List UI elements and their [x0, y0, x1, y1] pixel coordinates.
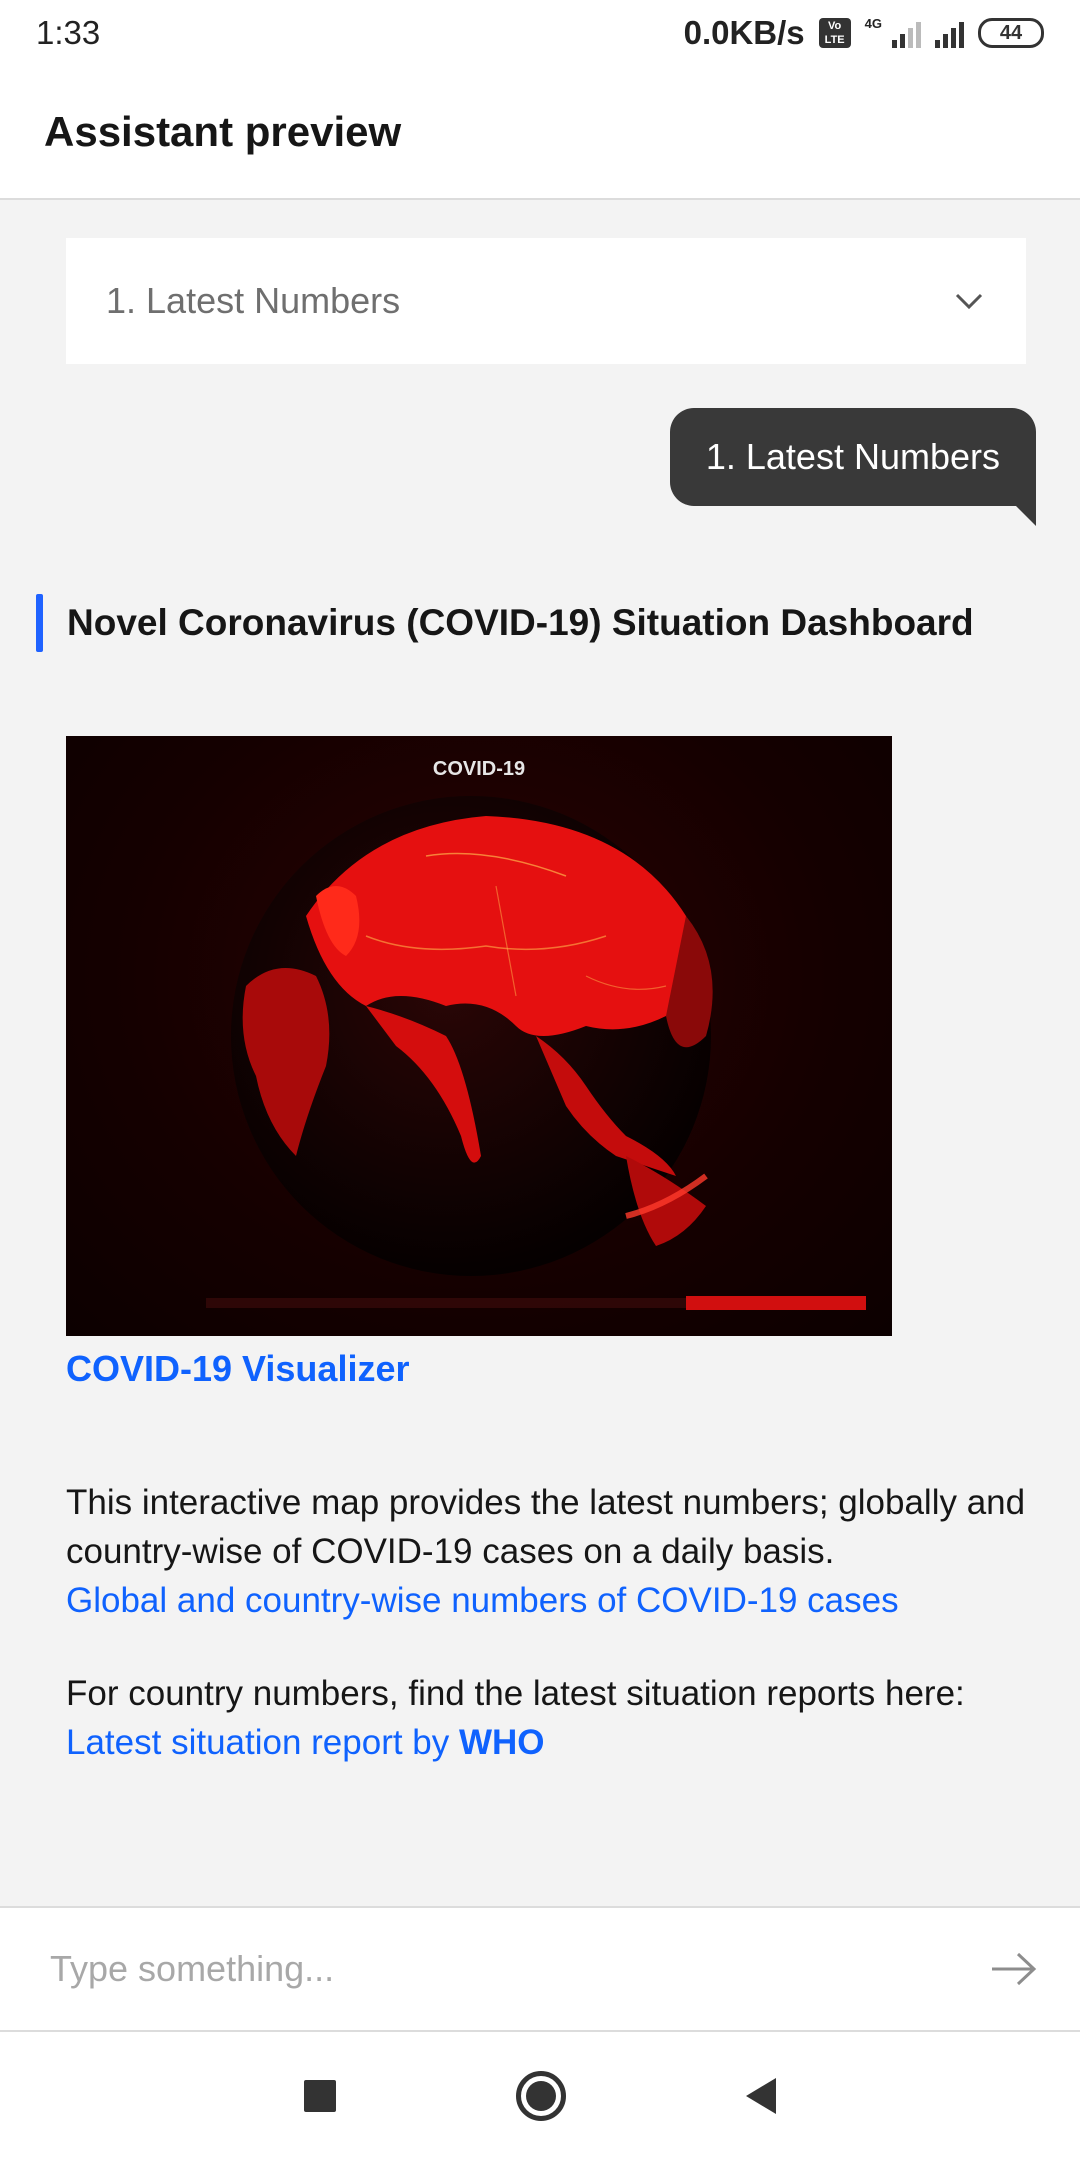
app-header: Assistant preview — [0, 66, 1080, 200]
accent-bar — [36, 594, 43, 652]
bubble-tail — [1016, 506, 1036, 526]
message-input[interactable] — [50, 1948, 950, 1990]
page-title: Assistant preview — [44, 108, 402, 155]
card-title: Novel Coronavirus (COVID-19) Situation D… — [67, 602, 974, 643]
network-type: 4G — [864, 15, 882, 31]
battery-icon: 44 — [978, 18, 1044, 48]
net-speed: 0.0KB/s — [683, 14, 805, 51]
chat-content[interactable]: 1. Latest Numbers 1. Latest Numbers Nove… — [0, 200, 1080, 1906]
user-message-bubble: 1. Latest Numbers — [669, 408, 1036, 506]
status-bar: 1:33 0.0KB/s Vo LTE 4G 44 — [0, 0, 1080, 66]
card-body: This interactive map provides the latest… — [66, 1478, 1026, 1767]
message-input-bar — [0, 1906, 1080, 2032]
signal-icon — [935, 18, 964, 48]
volte-icon: Vo LTE — [818, 18, 851, 48]
status-time: 1:33 — [36, 14, 101, 51]
back-icon[interactable] — [746, 2078, 776, 2114]
image-title: COVID-19 — [432, 758, 526, 780]
user-message-text: 1. Latest Numbers — [705, 436, 1000, 477]
covid-globe-image[interactable]: COVID-19 — [66, 736, 892, 1336]
card-header: Novel Coronavirus (COVID-19) Situation D… — [36, 594, 1036, 652]
system-nav-bar — [0, 2032, 1080, 2160]
who-report-link[interactable]: Latest situation report by WHO — [66, 1718, 1026, 1767]
global-numbers-link[interactable]: Global and country-wise numbers of COVID… — [66, 1576, 1026, 1625]
paragraph-2: For country numbers, find the latest sit… — [66, 1674, 965, 1713]
chevron-down-icon — [955, 293, 983, 310]
signal-weak-icon — [892, 18, 921, 48]
topic-dropdown[interactable]: 1. Latest Numbers — [66, 238, 1026, 364]
send-arrow-icon[interactable] — [988, 1949, 1040, 1989]
home-icon[interactable] — [516, 2071, 566, 2121]
paragraph-1: This interactive map provides the latest… — [66, 1483, 1026, 1571]
recents-icon[interactable] — [304, 2080, 336, 2112]
globe-illustration — [206, 796, 866, 1310]
who-link-prefix: Latest situation report by — [66, 1723, 459, 1762]
covid-visualizer-link[interactable]: COVID-19 Visualizer — [66, 1348, 409, 1390]
dropdown-value: 1. Latest Numbers — [106, 280, 401, 321]
status-icons: 0.0KB/s Vo LTE 4G 44 — [684, 14, 1044, 52]
who-link-bold: WHO — [459, 1723, 545, 1762]
